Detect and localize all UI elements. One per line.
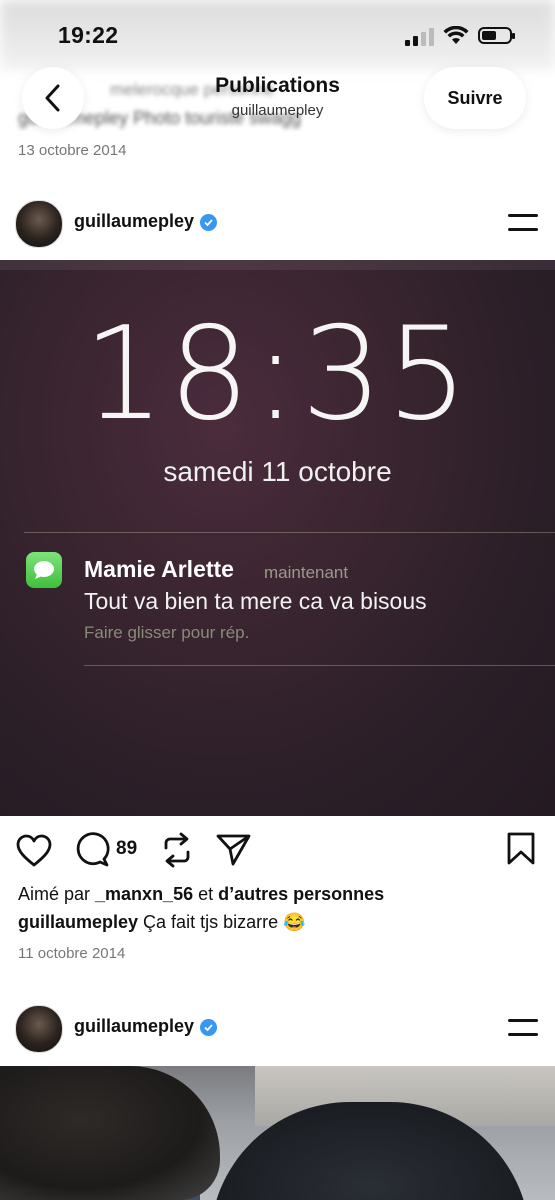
next-post-username[interactable]: guillaumepley (74, 1016, 194, 1036)
post-caption: guillaumepley Ça fait tjs bizarre 😂 (18, 912, 306, 933)
wifi-icon (443, 26, 469, 44)
follow-button[interactable]: Suivre (424, 67, 526, 129)
next-post-photo[interactable] (0, 1066, 555, 1200)
post-author[interactable]: guillaumepley (74, 211, 218, 232)
next-post-author[interactable]: guillaumepley (74, 1016, 218, 1037)
caption-username[interactable]: guillaumepley (18, 912, 138, 932)
notification-message: Tout va bien ta mere ca va bisous (84, 588, 427, 614)
battery-icon (478, 27, 515, 44)
likes-prefix: Aimé par (18, 884, 96, 904)
avatar[interactable] (15, 200, 63, 248)
verified-badge-icon (200, 1019, 218, 1037)
caption-text: Ça fait tjs bizarre 😂 (138, 912, 306, 932)
post-date: 11 octobre 2014 (18, 945, 126, 962)
post-photo[interactable]: 18:35 samedi 11 octobre Mamie Arlette ma… (0, 260, 555, 816)
notification-time: maintenant (264, 563, 349, 582)
previous-post-date: 13 octobre 2014 (18, 142, 127, 159)
likes-others[interactable]: d’autres personnes (218, 884, 384, 904)
likes-middle: et (193, 884, 219, 904)
more-options-icon[interactable] (508, 1019, 538, 1037)
signal-icon (405, 28, 434, 46)
notification-sender: Mamie Arlette (84, 556, 234, 582)
next-post-avatar[interactable] (15, 1005, 63, 1053)
heart-icon[interactable] (16, 834, 52, 868)
lockscreen-time: 18:35 (83, 300, 472, 449)
bookmark-icon[interactable] (506, 832, 536, 866)
likes-user[interactable]: _manxn_56 (95, 884, 193, 904)
notification-hint: Faire glisser pour rép. (84, 623, 250, 642)
status-time: 19:22 (58, 22, 119, 48)
comment-icon[interactable] (74, 832, 110, 868)
likes-summary[interactable]: Aimé par _manxn_56 et d’autres personnes (18, 884, 384, 905)
comment-count[interactable]: 89 (116, 838, 137, 860)
repost-icon[interactable] (160, 832, 194, 868)
send-icon[interactable] (216, 833, 252, 867)
lockscreen-date: samedi 11 octobre (163, 456, 392, 487)
post-username[interactable]: guillaumepley (74, 211, 194, 231)
more-options-icon[interactable] (508, 214, 538, 232)
verified-badge-icon (200, 214, 218, 232)
messages-icon (26, 552, 62, 588)
